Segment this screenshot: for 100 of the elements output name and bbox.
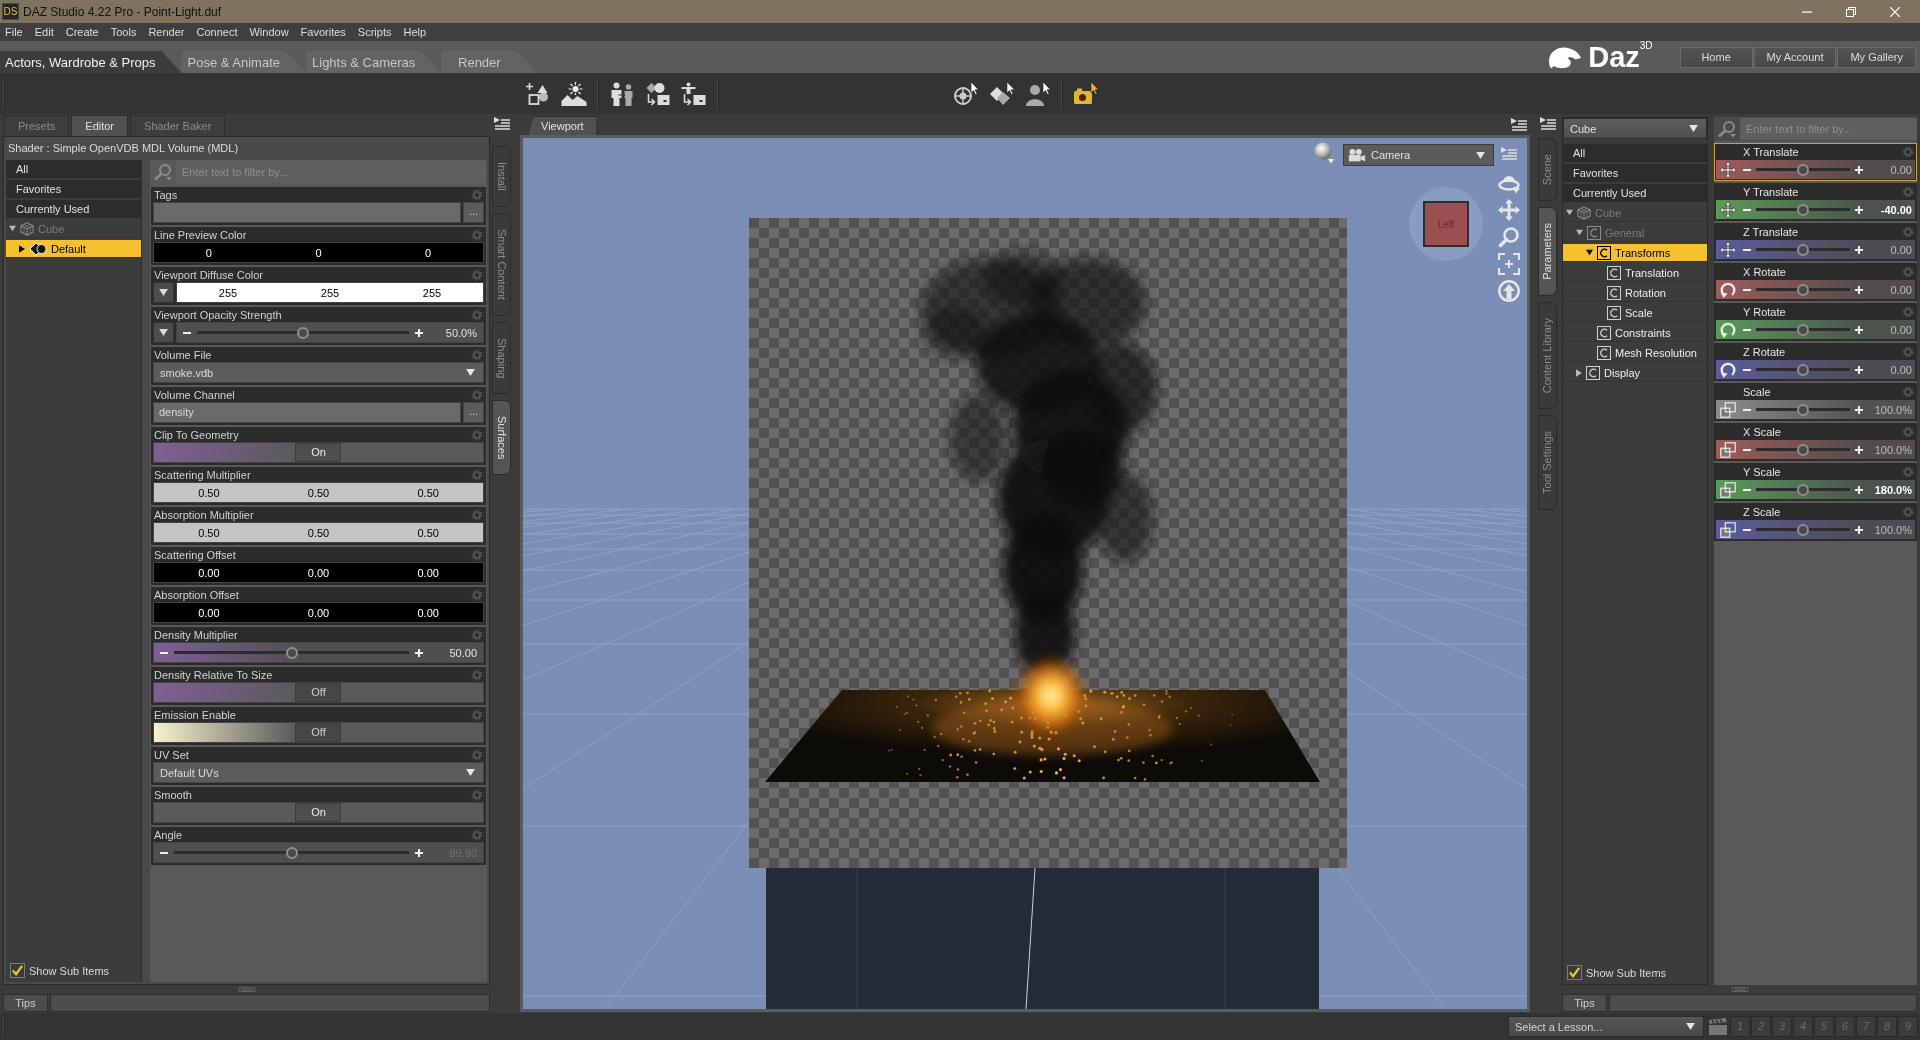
plus-icon[interactable] [1855, 525, 1863, 534]
tree-item[interactable]: Display [1563, 364, 1707, 382]
slider-thumb[interactable] [1797, 363, 1809, 376]
tree-item[interactable]: Mesh Resolution [1563, 344, 1707, 362]
room-tab[interactable]: Lights & Cameras [306, 51, 442, 73]
caret-right-icon[interactable] [1576, 368, 1582, 377]
parameter-row[interactable]: Z Translate 0.00 [1714, 223, 1917, 261]
side-tab[interactable]: Parameters [1538, 207, 1557, 297]
menu-item[interactable]: Create [65, 26, 99, 38]
menu-item[interactable]: Edit [34, 26, 54, 38]
panel-menu-icon[interactable] [492, 116, 511, 132]
text-field[interactable] [153, 202, 461, 223]
menu-item[interactable]: File [5, 26, 23, 38]
parameter-row[interactable]: Y Rotate 0.00 [1714, 303, 1917, 341]
tips-tab[interactable]: Tips [1562, 994, 1607, 1012]
color-field[interactable]: 0.00 0.00 0.00 [153, 602, 484, 623]
room-tab[interactable]: Actors, Wardrobe & Props [0, 51, 182, 73]
menu-item[interactable]: Help [403, 26, 427, 38]
gear-icon[interactable] [1902, 346, 1914, 358]
panel-menu-icon[interactable] [1538, 116, 1557, 132]
plus-icon[interactable] [1855, 165, 1863, 174]
figure-arrow-box-icon[interactable] [681, 81, 707, 106]
color-field[interactable]: 0 0 0 [153, 242, 484, 263]
toggle-switch[interactable]: On [153, 442, 484, 463]
slider-thumb[interactable] [1797, 163, 1809, 176]
restore-icon[interactable] [1846, 6, 1856, 17]
parameter-row[interactable]: Z Scale 100.0% [1714, 503, 1917, 541]
gear-icon[interactable] [471, 788, 483, 801]
caret-down-icon[interactable] [1586, 249, 1593, 256]
tips-tab[interactable]: Tips [3, 994, 48, 1012]
close-icon[interactable] [1890, 6, 1900, 17]
tree-item[interactable]: Scale [1563, 304, 1707, 322]
tree-item[interactable]: Translation [1563, 264, 1707, 282]
viewport-tab[interactable]: Viewport [528, 116, 597, 135]
plus-icon[interactable] [1855, 445, 1863, 454]
plus-icon[interactable] [1855, 285, 1863, 294]
splitter-grip-icon[interactable] [236, 987, 257, 992]
plus-icon[interactable] [1855, 245, 1863, 254]
clapperboard-icon[interactable] [1708, 1017, 1728, 1036]
caret-down-icon[interactable] [1566, 209, 1573, 216]
expand-button[interactable] [153, 322, 174, 343]
gear-icon[interactable] [1902, 506, 1914, 518]
gear-icon[interactable] [1902, 426, 1914, 438]
gear-icon[interactable] [471, 748, 483, 761]
checkbox[interactable] [10, 963, 25, 978]
gear-icon[interactable] [1902, 266, 1914, 278]
browse-button[interactable]: ... [463, 402, 484, 423]
checkbox[interactable] [1567, 965, 1582, 980]
slider-thumb[interactable] [1797, 283, 1809, 296]
menu-item[interactable]: Tools [110, 26, 137, 38]
plus-icon[interactable] [415, 648, 423, 657]
caret-right-icon[interactable] [19, 244, 25, 253]
toggle-switch[interactable]: Off [153, 722, 484, 743]
gear-icon[interactable] [471, 628, 483, 641]
color-field[interactable]: 0.00 0.00 0.00 [153, 562, 484, 583]
side-tab[interactable]: Content Library [1538, 302, 1557, 410]
expand-button[interactable] [153, 282, 174, 303]
viewport-menu-icon[interactable] [1500, 146, 1518, 162]
filter-item[interactable]: Currently Used [6, 200, 141, 218]
gear-icon[interactable] [1902, 386, 1914, 398]
plus-icon[interactable] [1855, 365, 1863, 374]
plus-icon[interactable] [1855, 205, 1863, 214]
gear-icon[interactable] [1902, 466, 1914, 478]
color-field[interactable]: 0.50 0.50 0.50 [153, 522, 484, 543]
search-icon[interactable] [153, 163, 173, 181]
toggle-switch[interactable]: Off [153, 682, 484, 703]
sphere-icon[interactable] [1313, 142, 1335, 164]
tree-item[interactable]: Transforms [1563, 244, 1707, 262]
gear-icon[interactable] [471, 428, 483, 441]
camera-dropdown[interactable]: Camera [1343, 144, 1494, 166]
slider-thumb[interactable] [1797, 243, 1809, 256]
gear-icon[interactable] [1902, 186, 1914, 198]
gear-icon[interactable] [471, 308, 483, 321]
caret-down-icon[interactable] [9, 225, 16, 232]
tree-item[interactable]: Constraints [1563, 324, 1707, 342]
color-field[interactable]: 255 255 255 [176, 282, 484, 303]
slider-thumb[interactable] [1797, 323, 1809, 336]
header-button[interactable]: Home [1679, 46, 1753, 68]
slider-thumb[interactable] [1797, 203, 1809, 216]
splitter-grip-icon[interactable] [1729, 987, 1750, 992]
side-tab[interactable]: Surfaces [492, 400, 511, 476]
slider-thumb[interactable] [285, 646, 298, 659]
gear-icon[interactable] [471, 348, 483, 361]
parameter-row[interactable]: Y Translate -40.00 [1714, 183, 1917, 221]
search-icon[interactable] [1717, 120, 1737, 138]
slider-thumb[interactable] [1797, 523, 1809, 536]
gear-icon[interactable] [471, 268, 483, 281]
menu-item[interactable]: Render [148, 26, 185, 38]
gear-icon[interactable] [471, 708, 483, 721]
plus-icon[interactable] [1855, 325, 1863, 334]
caret-down-icon[interactable] [1576, 229, 1583, 236]
people-icon[interactable] [609, 81, 635, 106]
frame-corners-icon[interactable] [1498, 253, 1520, 275]
parameter-row[interactable]: Scale 100.0% [1714, 383, 1917, 421]
filter-item[interactable]: All [1563, 144, 1707, 162]
side-tab[interactable]: Smart Content [492, 212, 511, 316]
dropdown[interactable]: smoke.vdb [153, 362, 484, 383]
pane-tab[interactable]: Editor [71, 115, 129, 136]
slider-thumb[interactable] [1797, 403, 1809, 416]
parameter-row[interactable]: X Rotate 0.00 [1714, 263, 1917, 301]
